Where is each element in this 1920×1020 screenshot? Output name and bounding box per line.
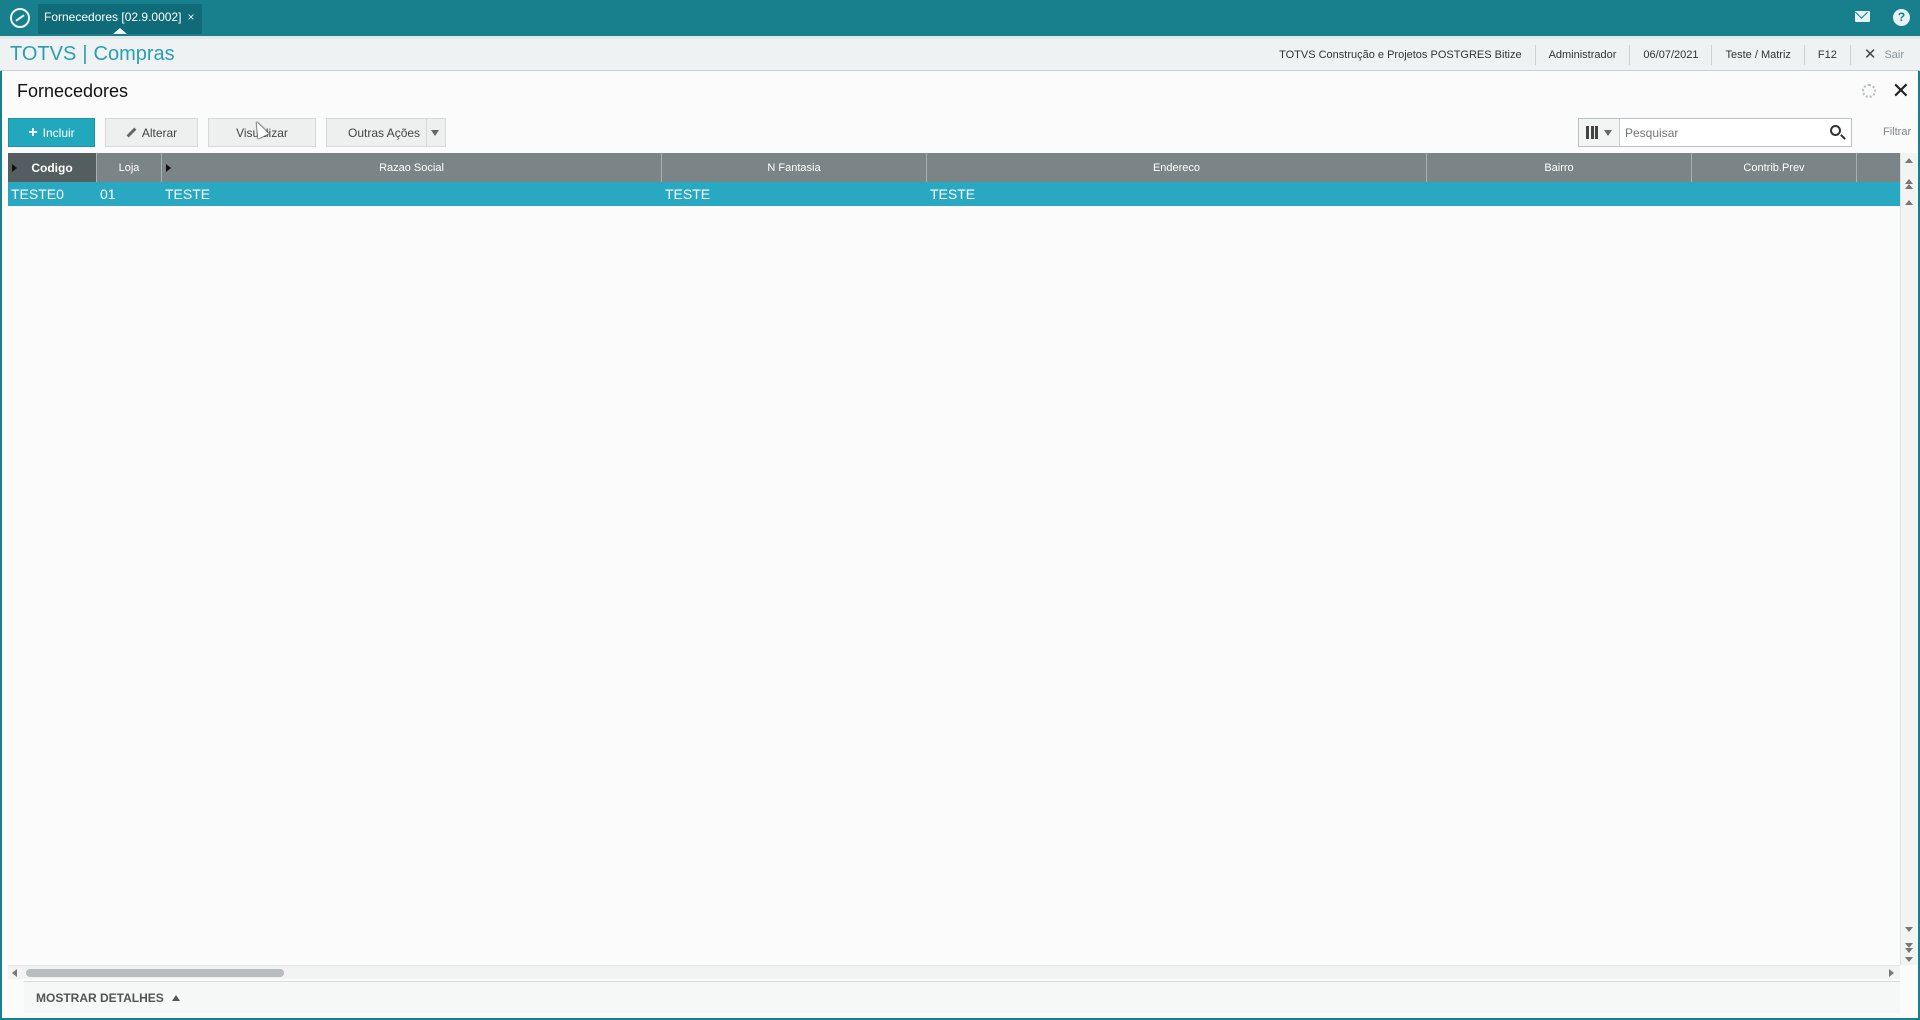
exit-icon: ✕ xyxy=(1863,46,1877,63)
vertical-scrollbar[interactable] xyxy=(1900,153,1918,965)
exit-label: Sair xyxy=(1884,49,1904,61)
chevron-down-icon xyxy=(1604,129,1612,136)
column-header-endereco[interactable]: Endereco xyxy=(927,153,1427,182)
search-icon[interactable] xyxy=(1830,125,1841,136)
brand-separator: | xyxy=(82,43,88,65)
app-tab-fornecedores[interactable]: Fornecedores [02.9.0002] × xyxy=(38,4,203,34)
tab-notch xyxy=(113,28,128,34)
cell-endereco: TESTE xyxy=(930,186,976,202)
column-header-n-fantasia[interactable]: N Fantasia xyxy=(662,153,927,182)
scroll-page-down-icon-2 xyxy=(1905,948,1913,953)
module-title: TOTVS | Compras xyxy=(10,43,175,66)
chevron-down-icon xyxy=(430,129,439,136)
scroll-right-icon[interactable] xyxy=(1889,969,1894,977)
more-actions-dropdown[interactable] xyxy=(426,119,442,146)
column-header-razao-social[interactable]: Razao Social xyxy=(162,153,662,182)
more-actions-button[interactable]: Outras Ações xyxy=(326,118,446,147)
scroll-bottom-icon[interactable] xyxy=(1905,957,1913,962)
frame-border-left xyxy=(0,71,2,1020)
column-header-label: Contrib.Prev xyxy=(1743,161,1805,174)
horizontal-scrollbar[interactable] xyxy=(8,965,1900,979)
table-row[interactable]: TESTE0 01 TESTE TESTE TESTE xyxy=(8,182,1900,206)
include-button[interactable]: + Incluir xyxy=(8,118,95,147)
edit-label: Alterar xyxy=(141,125,178,140)
search-input[interactable] xyxy=(1625,123,1815,142)
top-bar: Fornecedores [02.9.0002] × ? xyxy=(0,0,1920,36)
column-header-bairro[interactable]: Bairro xyxy=(1427,153,1692,182)
user-name[interactable]: Administrador xyxy=(1534,45,1630,65)
chevron-up-icon xyxy=(171,995,180,1001)
grid-header: Codigo Loja Razao Social N Fantasia Ende… xyxy=(8,153,1900,182)
sort-marker-icon xyxy=(12,164,17,172)
gear-icon[interactable] xyxy=(1862,84,1876,98)
session-info: TOTVS Construção e Projetos POSTGRES Bit… xyxy=(1266,39,1920,71)
cell-contrib-prev xyxy=(1692,182,1857,206)
cell-bairro xyxy=(1427,182,1692,206)
column-header-label: Razao Social xyxy=(379,161,444,174)
scroll-up-icon[interactable] xyxy=(1905,200,1913,205)
totvs-logo-icon[interactable] xyxy=(10,8,30,28)
brand-name: TOTVS xyxy=(10,43,77,65)
column-header-label: Bairro xyxy=(1544,161,1574,174)
plus-icon: + xyxy=(28,123,38,141)
exit-button[interactable]: ✕ Sair xyxy=(1849,45,1920,65)
pencil-icon xyxy=(126,127,137,138)
scroll-top-icon[interactable] xyxy=(1905,158,1913,163)
close-icon[interactable]: ✕ xyxy=(1892,80,1910,102)
columns-icon xyxy=(1586,126,1598,139)
column-header-loja[interactable]: Loja xyxy=(97,153,162,182)
sort-marker-icon xyxy=(166,164,171,172)
shortcut-key[interactable]: F12 xyxy=(1803,45,1850,65)
column-header-label: Codigo xyxy=(31,160,73,175)
horizontal-scroll-thumb[interactable] xyxy=(26,969,284,977)
help-icon[interactable]: ? xyxy=(1893,9,1910,26)
module-header: TOTVS | Compras TOTVS Construção e Projeto… xyxy=(0,36,1920,71)
cell-n-fantasia: TESTE xyxy=(665,186,711,202)
app-tab-close-icon[interactable]: × xyxy=(187,4,194,30)
include-label: Incluir xyxy=(42,125,75,140)
suppliers-grid: Codigo Loja Razao Social N Fantasia Ende… xyxy=(8,153,1900,965)
cell-codigo: TESTE0 xyxy=(11,186,64,202)
columns-button[interactable] xyxy=(1579,119,1620,146)
column-header-label: N Fantasia xyxy=(767,161,821,174)
branch-name[interactable]: Teste / Matriz xyxy=(1711,45,1803,65)
show-details-label: MOSTRAR DETALHES xyxy=(36,991,164,1005)
details-bar: MOSTRAR DETALHES xyxy=(24,981,1900,1013)
system-date[interactable]: 06/07/2021 xyxy=(1629,45,1711,65)
mail-icon[interactable] xyxy=(1855,11,1870,22)
column-header-label: Endereco xyxy=(1152,161,1201,174)
search-box xyxy=(1578,118,1852,147)
more-actions-label: Outras Ações xyxy=(348,125,421,140)
cell-razao-social: TESTE xyxy=(165,186,211,202)
column-header-label: Loja xyxy=(118,161,140,174)
column-header-codigo[interactable]: Codigo xyxy=(8,153,97,182)
scroll-down-icon[interactable] xyxy=(1905,927,1913,932)
scroll-left-icon[interactable] xyxy=(12,969,17,977)
column-header-contrib-prev[interactable]: Contrib.Prev xyxy=(1692,153,1857,182)
edit-button[interactable]: Alterar xyxy=(105,118,198,147)
page-title: Fornecedores xyxy=(17,81,129,101)
scroll-page-up-icon-2 xyxy=(1905,184,1913,189)
app-tab-label: Fornecedores [02.9.0002] xyxy=(44,10,182,24)
company-name[interactable]: TOTVS Construção e Projetos POSTGRES Bit… xyxy=(1266,45,1535,65)
module-name: Compras xyxy=(93,43,175,65)
show-details-button[interactable]: MOSTRAR DETALHES xyxy=(36,991,180,1005)
column-header-filler xyxy=(1857,153,1900,182)
filter-link[interactable]: Filtrar xyxy=(1883,126,1911,138)
cell-loja: 01 xyxy=(100,186,116,202)
